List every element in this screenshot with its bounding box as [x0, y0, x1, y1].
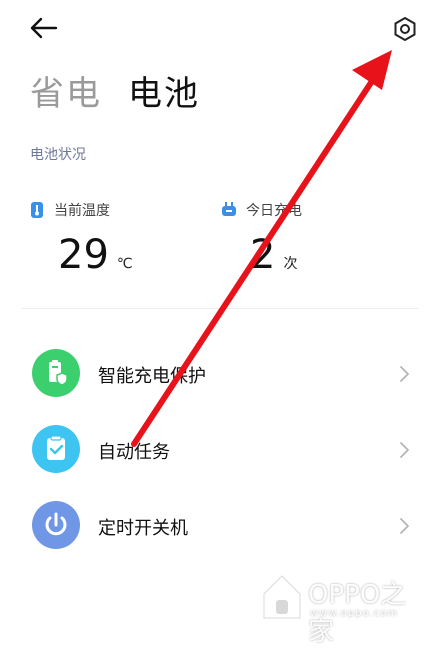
chevron-right-icon — [400, 518, 409, 534]
header-tabs: 省电 电池 — [30, 66, 200, 115]
home-logo-icon — [263, 575, 301, 619]
section-divider — [22, 308, 418, 309]
current-temperature-value: 29 — [58, 232, 109, 278]
clipboard-check-icon — [32, 425, 80, 473]
menu-item-smart-charging-protection[interactable]: 智能充电保护 — [0, 340, 440, 410]
today-charge-stat: 今日充电 2 次 — [222, 200, 402, 280]
menu-item-label: 智能充电保护 — [98, 366, 206, 387]
today-charge-unit: 次 — [283, 256, 298, 272]
thermometer-icon — [31, 202, 43, 218]
power-icon — [32, 501, 80, 549]
tab-power-saving[interactable]: 省电 — [30, 66, 102, 115]
watermark: OPPO之家 www.oppo.com — [256, 568, 432, 647]
battery-status-title: 电池状况 — [30, 147, 86, 163]
menu-item-scheduled-power[interactable]: 定时开关机 — [0, 492, 440, 562]
back-button[interactable] — [28, 14, 60, 42]
current-temperature-stat: 当前温度 29 ℃ — [30, 200, 210, 280]
plug-icon — [222, 202, 236, 216]
today-charge-value: 2 — [250, 232, 276, 278]
current-temperature-unit: ℃ — [116, 256, 133, 272]
settings-button[interactable] — [390, 14, 420, 44]
battery-shield-icon — [32, 349, 80, 397]
watermark-site: www.oppo.com — [310, 608, 399, 619]
menu-item-label: 自动任务 — [98, 442, 170, 463]
back-arrow-icon — [30, 17, 58, 39]
chevron-right-icon — [400, 366, 409, 382]
menu-item-label: 定时开关机 — [98, 518, 188, 539]
settings-hexagon-icon — [394, 16, 416, 42]
chevron-right-icon — [400, 442, 409, 458]
menu-item-auto-tasks[interactable]: 自动任务 — [0, 416, 440, 486]
tab-battery[interactable]: 电池 — [128, 66, 200, 115]
today-charge-label: 今日充电 — [246, 203, 302, 219]
current-temperature-label: 当前温度 — [54, 203, 110, 219]
